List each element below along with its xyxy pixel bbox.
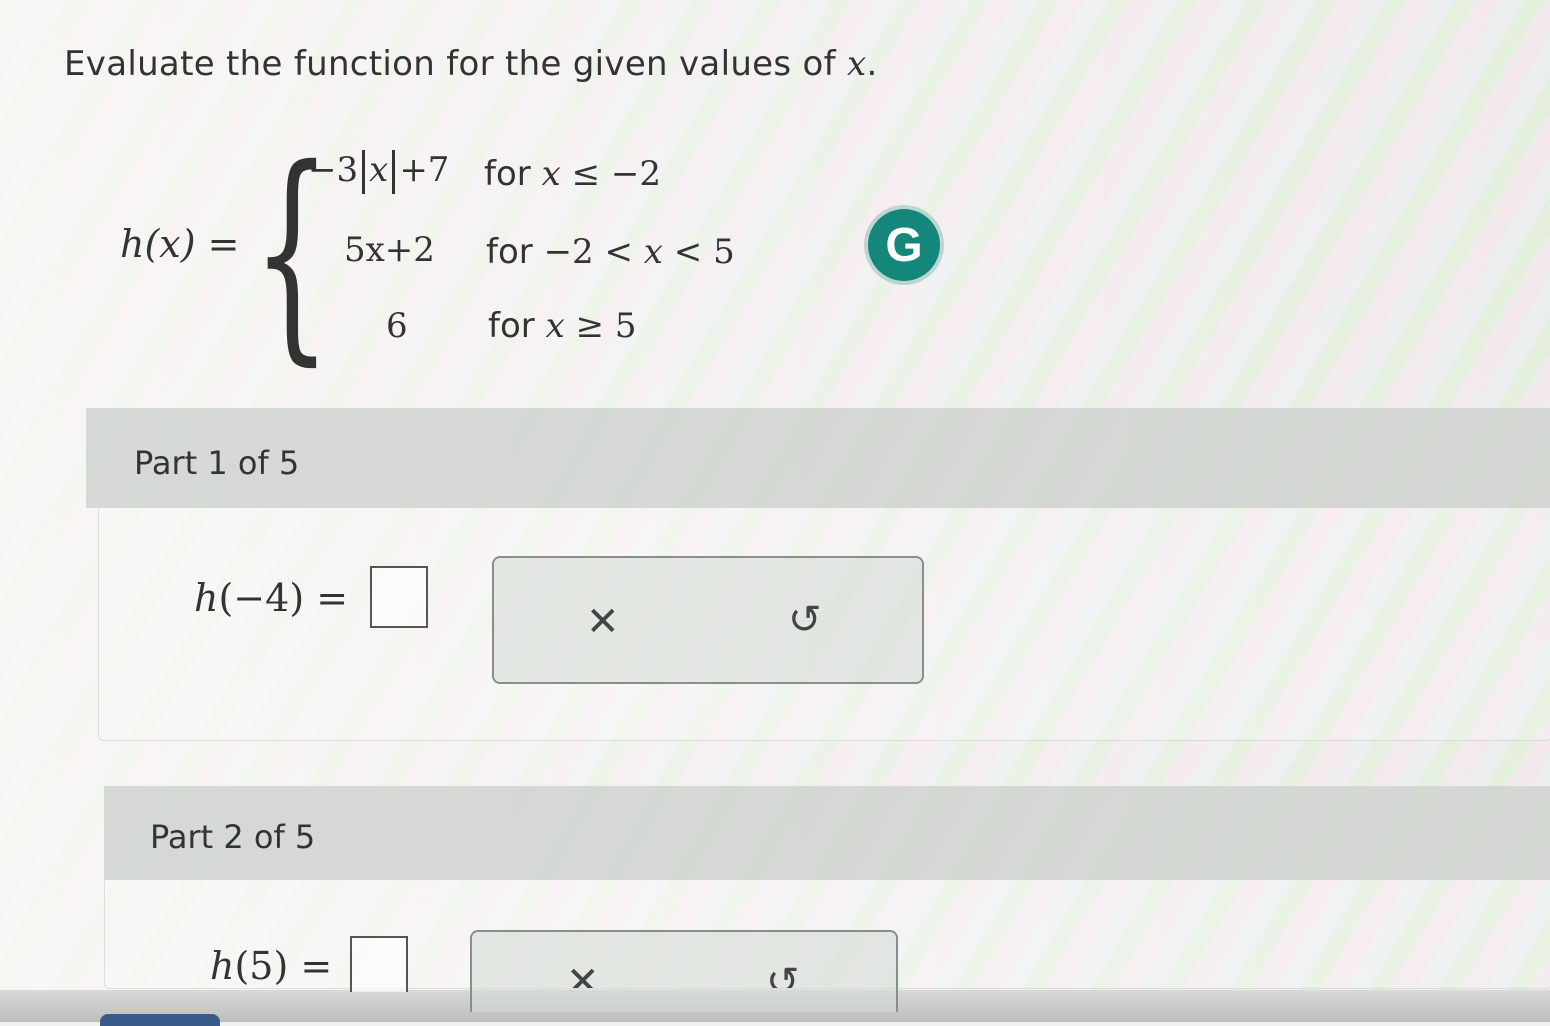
part-1-answer-input[interactable]: [370, 566, 428, 628]
part-2-header: Part 2 of 5: [104, 786, 1550, 880]
piece-1-abs-variable: x: [369, 150, 389, 190]
abs-bar-right: [392, 150, 396, 194]
piece-2-cond-rest: < 5: [673, 232, 735, 272]
instruction-variable: x: [846, 44, 867, 84]
grammarly-icon[interactable]: G: [868, 209, 940, 281]
part-2-title: Part 2 of 5: [150, 818, 316, 856]
part-1-header: Part 1 of 5: [86, 408, 1550, 508]
piece-2-for: for: [486, 232, 533, 272]
part-2-answer-input[interactable]: [350, 936, 408, 992]
part-2-equation: h(5) =: [210, 944, 332, 988]
part-2-clear-button[interactable]: ✕: [566, 962, 600, 988]
part-1-fn: h: [194, 576, 219, 620]
bezel-tab: [100, 1014, 220, 1026]
piece-1-cond-rest: ≤ −2: [571, 154, 661, 194]
piece-3-cond-rest: ≥ 5: [575, 306, 637, 346]
part-1-equals: =: [316, 576, 349, 620]
piece-1-condition: for x ≤ −2: [484, 154, 661, 194]
piece-1-constant: +7: [399, 150, 450, 190]
part-2-undo-button[interactable]: ↺: [766, 962, 800, 988]
instruction-period: .: [866, 44, 878, 84]
part-2-equals: =: [300, 944, 333, 988]
piece-1-cond-var: x: [541, 154, 561, 194]
part-2-arg: (5): [234, 944, 289, 988]
part-1-arg: (−4): [218, 576, 305, 620]
piece-2-condition: for −2 < x < 5: [486, 232, 735, 272]
part-1-undo-button[interactable]: ↺: [788, 600, 822, 640]
function-label: h(x) =: [120, 222, 240, 266]
part-1-title: Part 1 of 5: [134, 444, 300, 482]
piece-3-condition: for x ≥ 5: [488, 306, 637, 346]
piece-3-expression: 6: [386, 306, 408, 346]
part-2-tool-panel: [470, 930, 898, 1012]
part-1-tool-panel: [492, 556, 924, 684]
part-1-equation: h(−4) =: [194, 576, 348, 620]
piece-1-expression: −3 x +7: [308, 150, 449, 194]
piece-1-coefficient: −3: [308, 150, 359, 190]
abs-bar-left: [362, 150, 366, 194]
piece-1-for: for: [484, 154, 531, 194]
part-1-clear-button[interactable]: ✕: [586, 602, 620, 642]
piece-2-cond-pre: −2 <: [543, 232, 633, 272]
instruction-body: Evaluate the function for the given valu…: [64, 44, 847, 84]
piece-3-cond-var: x: [545, 306, 565, 346]
instruction-text: Evaluate the function for the given valu…: [64, 44, 878, 84]
piece-2-cond-var: x: [643, 232, 663, 272]
piece-2-expression: 5x+2: [344, 230, 435, 270]
part-2-fn: h: [210, 944, 235, 988]
piece-3-for: for: [488, 306, 535, 346]
